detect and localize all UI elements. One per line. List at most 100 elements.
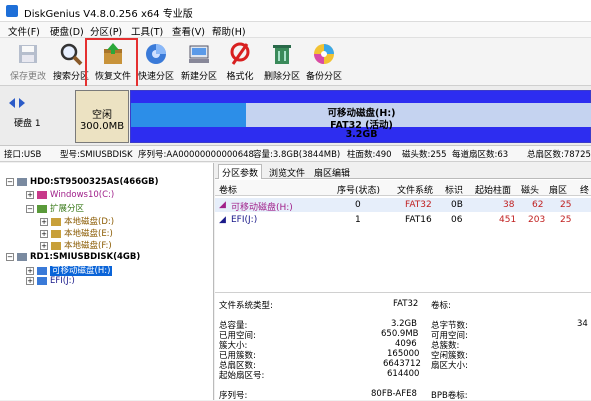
new-partition-icon bbox=[189, 45, 209, 63]
menu-disk[interactable]: 硬盘(D) bbox=[50, 24, 84, 38]
expand-icon[interactable]: + bbox=[40, 229, 48, 238]
expand-icon[interactable]: + bbox=[26, 266, 34, 275]
menu-help[interactable]: 帮助(H) bbox=[212, 24, 246, 38]
cell-index: 1 bbox=[355, 215, 361, 225]
cell-start-cyl: 38 bbox=[503, 200, 515, 210]
cell-fs: FAT32 bbox=[405, 200, 432, 210]
expand-icon[interactable]: + bbox=[40, 241, 48, 250]
cell-id: 0B bbox=[451, 200, 463, 210]
collapse-icon[interactable]: − bbox=[6, 177, 14, 186]
recover-files-highlight bbox=[85, 38, 138, 92]
backup-partition-icon bbox=[314, 44, 334, 64]
col-id[interactable]: 标识 bbox=[445, 183, 463, 196]
col-sector[interactable]: 扇区 bbox=[549, 183, 567, 196]
expand-icon[interactable]: + bbox=[26, 190, 34, 199]
partition-icon bbox=[37, 266, 47, 275]
sector-size-label: 扇区大小: bbox=[431, 361, 468, 371]
quick-partition-icon bbox=[146, 44, 166, 64]
format-icon bbox=[230, 42, 250, 65]
tree-item-extended[interactable]: − 扩展分区 bbox=[26, 202, 84, 214]
info-interface: 接口:USB bbox=[4, 150, 42, 160]
expand-icon[interactable]: + bbox=[26, 276, 34, 285]
tree-item-rd1[interactable]: − RD1:SMIUSBDISK(4GB) bbox=[6, 252, 140, 264]
table-row[interactable]: ◢ EFI(J:) 1 FAT16 06 451 203 25 bbox=[215, 213, 591, 227]
tree-item-local-d[interactable]: + 本地磁盘(D:) bbox=[40, 215, 114, 227]
backup-partition-button[interactable]: 备份分区 bbox=[302, 40, 346, 84]
cell-id: 06 bbox=[451, 215, 463, 225]
cell-head: 62 bbox=[532, 200, 544, 210]
partition-icon bbox=[37, 190, 47, 199]
row-arrow-icon: ◢ bbox=[219, 215, 226, 225]
partition-table-header: 卷标 序号(状态) 文件系统 标识 起始柱面 磁头 扇区 终 bbox=[215, 180, 591, 196]
tab-bar: 分区参数 浏览文件 扇区编辑 bbox=[215, 163, 591, 179]
cell-label: EFI(J:) bbox=[231, 215, 258, 225]
cell-head: 203 bbox=[528, 215, 546, 225]
bpb-label: BPB卷标: bbox=[431, 391, 468, 401]
info-cylinders: 柱面数:490 bbox=[347, 150, 392, 160]
serial-label: 序列号: bbox=[219, 391, 248, 401]
menu-partition[interactable]: 分区(P) bbox=[90, 24, 122, 38]
partition-size: 3.2GB bbox=[345, 129, 378, 140]
info-sectors-per-track: 每道扇区数:63 bbox=[452, 150, 509, 160]
window-title: DiskGenius V4.8.0.256 x64 专业版 bbox=[24, 9, 193, 20]
free-space-label: 空闲 bbox=[92, 110, 112, 121]
start-sector-value: 614400 bbox=[387, 369, 420, 379]
collapse-icon[interactable]: − bbox=[26, 204, 34, 213]
tab-browse-files[interactable]: 浏览文件 bbox=[265, 164, 309, 179]
partition-icon bbox=[51, 229, 61, 238]
hard-disk-icon bbox=[17, 177, 27, 186]
disk-nav-arrows-icon[interactable] bbox=[8, 98, 26, 108]
cell-label: 可移动磁盘(H:) bbox=[231, 203, 293, 213]
tree-item-local-f[interactable]: + 本地磁盘(F:) bbox=[40, 239, 112, 251]
disk-tree: − HD0:ST9500325AS(466GB) + Windows10(C:) −… bbox=[0, 163, 214, 400]
app-icon bbox=[6, 5, 18, 17]
tree-item-windows10[interactable]: + Windows10(C:) bbox=[26, 190, 114, 202]
col-start-cyl[interactable]: 起始柱面 bbox=[475, 183, 511, 196]
quick-partition-button[interactable]: 快速分区 bbox=[134, 40, 178, 84]
tab-sector-edit[interactable]: 扇区编辑 bbox=[310, 164, 354, 179]
cluster-size-value: 4096 bbox=[395, 339, 417, 349]
col-index[interactable]: 序号(状态) bbox=[337, 183, 380, 196]
cell-fs: FAT16 bbox=[405, 215, 432, 225]
tree-item-hd0[interactable]: − HD0:ST9500325AS(466GB) bbox=[6, 177, 158, 189]
menu-view[interactable]: 查看(V) bbox=[172, 24, 205, 38]
collapse-icon[interactable]: − bbox=[6, 252, 14, 261]
partition-icon bbox=[51, 217, 61, 226]
disk-label: 硬盘 1 bbox=[14, 119, 41, 129]
total-bytes-value: 34 bbox=[577, 319, 588, 329]
extended-partition-icon bbox=[37, 204, 47, 213]
volume-label: 卷标: bbox=[431, 301, 451, 311]
fs-type-value: FAT32 bbox=[393, 299, 419, 309]
total-capacity-value: 3.2GB bbox=[391, 319, 417, 329]
title-bar: DiskGenius V4.8.0.256 x64 专业版 bbox=[0, 0, 591, 22]
usb-disk-icon bbox=[17, 252, 27, 261]
cell-sector: 25 bbox=[560, 200, 572, 210]
col-fs[interactable]: 文件系统 bbox=[397, 183, 433, 196]
col-end[interactable]: 终 bbox=[580, 183, 589, 196]
free-space-block[interactable]: 空闲 300.0MB bbox=[75, 90, 129, 143]
col-volume[interactable]: 卷标 bbox=[219, 183, 237, 196]
start-sector-label: 起始扇区号: bbox=[219, 371, 265, 381]
menu-tools[interactable]: 工具(T) bbox=[131, 24, 163, 38]
tree-item-removable-h[interactable]: + 可移动磁盘(H:) bbox=[26, 264, 113, 276]
menu-file[interactable]: 文件(F) bbox=[8, 24, 40, 38]
save-changes-button[interactable]: 保存更改 bbox=[6, 40, 50, 84]
tree-item-efi-j[interactable]: + EFI(J:) bbox=[26, 276, 75, 288]
expand-icon[interactable]: + bbox=[40, 217, 48, 226]
info-total-sectors: 总扇区数:78725 bbox=[527, 150, 591, 160]
partition-block-h[interactable]: 可移动磁盘(H:) FAT32 (活动) 3.2GB bbox=[130, 90, 591, 143]
tree-item-local-e[interactable]: + 本地磁盘(E:) bbox=[40, 227, 113, 239]
table-row[interactable]: ◢ 可移动磁盘(H:) 0 FAT32 0B 38 62 25 bbox=[215, 198, 591, 213]
cell-sector: 25 bbox=[560, 215, 572, 225]
delete-partition-icon bbox=[273, 45, 291, 64]
used-space-value: 650.9MB bbox=[381, 329, 419, 339]
magnifier-icon bbox=[60, 43, 83, 66]
row-arrow-icon: ◢ bbox=[219, 200, 226, 210]
save-icon bbox=[19, 45, 37, 63]
tab-partition-params[interactable]: 分区参数 bbox=[218, 164, 263, 179]
info-capacity: 容量:3.8GB(3844MB) bbox=[253, 150, 341, 160]
used-clusters-value: 165000 bbox=[387, 349, 420, 359]
col-head[interactable]: 磁头 bbox=[521, 183, 539, 196]
cell-index: 0 bbox=[355, 200, 361, 210]
total-sectors-value: 6643712 bbox=[383, 359, 421, 369]
